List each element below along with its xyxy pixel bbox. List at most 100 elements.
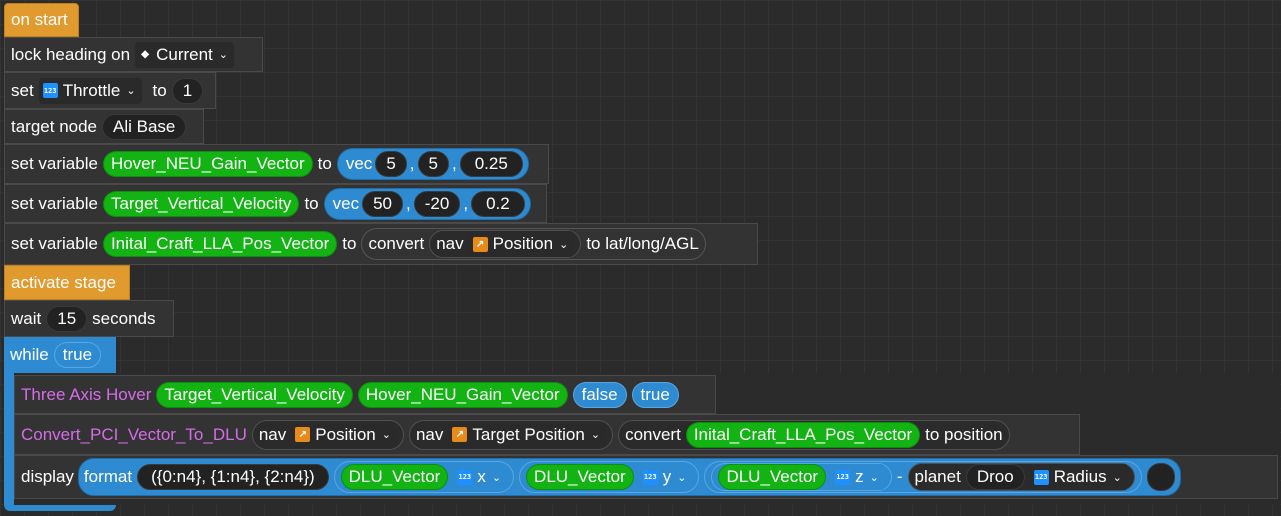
- convert-pci-block[interactable]: Convert_PCI_Vector_To_DLU nav ↗ Position…: [14, 414, 1080, 455]
- three-axis-hover-label: Three Axis Hover: [21, 384, 152, 404]
- heading-dropdown[interactable]: ◆ Current ⌄: [135, 41, 234, 68]
- vec-y[interactable]: -20: [413, 190, 461, 217]
- planet-property-dropdown[interactable]: 123 Radius ⌄: [1029, 464, 1128, 490]
- wait-label: wait: [11, 308, 42, 328]
- heading-value: Current: [156, 44, 213, 64]
- gain-arg[interactable]: Hover_NEU_Gain_Vector: [357, 381, 568, 408]
- chevron-down-icon: ⌄: [381, 429, 391, 441]
- set-gain-block[interactable]: set variable Hover_NEU_Gain_Vector to ve…: [4, 144, 549, 184]
- vec-z[interactable]: 0.2: [471, 190, 525, 217]
- set-velocity-block[interactable]: set variable Target_Vertical_Velocity to…: [4, 184, 547, 223]
- nav-dropdown[interactable]: ↗ Target Position ⌄: [448, 421, 607, 448]
- nav-dropdown[interactable]: ↗ Position ⌄: [468, 231, 575, 257]
- false-arg[interactable]: false: [572, 381, 627, 408]
- nav-value: Position: [492, 234, 554, 253]
- chevron-down-icon: ⌄: [1112, 471, 1122, 484]
- while-label: while: [10, 345, 49, 364]
- component-dropdown-x[interactable]: 123 x ⌄: [453, 464, 508, 490]
- wait-suffix: seconds: [92, 308, 156, 328]
- planet-name[interactable]: Droo: [965, 464, 1025, 490]
- to-label: to: [317, 154, 332, 173]
- throttle-dropdown[interactable]: 123 Throttle ⌄: [38, 77, 142, 104]
- component-dropdown-z[interactable]: 123 z ⌄: [831, 464, 885, 490]
- vec-block[interactable]: vec 50, -20, 0.2: [323, 187, 531, 220]
- vec-x[interactable]: 50: [362, 190, 404, 217]
- convert-block[interactable]: convert Inital_Craft_LLA_Pos_Vector to p…: [618, 419, 1010, 450]
- component-block-y[interactable]: DLU_Vector 123 y ⌄: [519, 461, 700, 493]
- to-label: to: [304, 193, 319, 213]
- chevron-down-icon: ⌄: [559, 238, 569, 251]
- nav-label: nav: [436, 234, 464, 253]
- velocity-arg[interactable]: Target_Vertical_Velocity: [156, 381, 353, 408]
- chevron-down-icon: ⌄: [677, 471, 687, 484]
- wait-value[interactable]: 15: [46, 305, 88, 332]
- lla-variable[interactable]: Inital_Craft_LLA_Pos_Vector: [685, 421, 921, 448]
- activate-stage-block[interactable]: activate stage: [4, 265, 130, 300]
- number-icon: 123: [1033, 469, 1049, 485]
- activate-stage-label: activate stage: [11, 272, 116, 292]
- velocity-variable[interactable]: Target_Vertical_Velocity: [102, 190, 300, 217]
- convert-label: convert: [368, 234, 425, 253]
- format-block[interactable]: format ({0:n4}, {1:n4}, {2:n4}) DLU_Vect…: [77, 458, 1181, 496]
- convert-block[interactable]: convert nav ↗ Position ⌄ to lat/long/AGL: [361, 228, 706, 260]
- planet-label: planet: [914, 467, 961, 486]
- on-start-label: on start: [11, 10, 68, 29]
- component-z: z: [855, 467, 864, 486]
- nav-block[interactable]: nav ↗ Position ⌄: [251, 419, 404, 450]
- chevron-down-icon: ⌄: [218, 49, 228, 61]
- nav-dropdown[interactable]: ↗ Position ⌄: [291, 421, 397, 448]
- vec-z[interactable]: 0.25: [459, 151, 523, 177]
- lock-heading-label: lock heading on: [11, 44, 131, 64]
- component-block-z[interactable]: DLU_Vector 123 z ⌄: [711, 463, 892, 491]
- display-block[interactable]: display format ({0:n4}, {1:n4}, {2:n4}) …: [14, 455, 1278, 499]
- minus-operator: -: [896, 467, 903, 486]
- subtract-block[interactable]: DLU_Vector 123 z ⌄ - planet Droo 123 Rad…: [704, 461, 1142, 493]
- three-axis-hover-block[interactable]: Three Axis Hover Target_Vertical_Velocit…: [14, 375, 716, 414]
- true-arg[interactable]: true: [631, 381, 679, 408]
- planet-property: Radius: [1053, 467, 1107, 486]
- lla-variable[interactable]: Inital_Craft_LLA_Pos_Vector: [102, 231, 338, 257]
- convert-label: convert: [625, 424, 681, 444]
- set-lla-block[interactable]: set variable Inital_Craft_LLA_Pos_Vector…: [4, 223, 758, 265]
- vec-y[interactable]: 5: [417, 151, 449, 177]
- wait-block[interactable]: wait 15 seconds: [4, 300, 174, 337]
- while-header[interactable]: while true: [4, 337, 116, 373]
- vec-block[interactable]: vec 5, 5, 0.25: [336, 148, 529, 180]
- vec-label: vec: [332, 193, 360, 213]
- nav-block[interactable]: nav ↗ Target Position ⌄: [408, 419, 614, 450]
- set-label: set: [11, 80, 34, 100]
- set-variable-label: set variable: [11, 193, 98, 213]
- while-condition[interactable]: true: [53, 342, 102, 368]
- vec-x[interactable]: 5: [375, 151, 407, 177]
- dlu-vector-var[interactable]: DLU_Vector: [526, 464, 634, 490]
- target-node-value[interactable]: Ali Base: [102, 113, 187, 140]
- nav-label: nav: [415, 424, 444, 444]
- nav-value: Position: [315, 424, 376, 444]
- component-block-x[interactable]: DLU_Vector 123 x ⌄: [333, 461, 515, 493]
- vec-label: vec: [345, 154, 373, 173]
- component-dropdown-y[interactable]: 123 y ⌄: [638, 464, 693, 490]
- set-variable-label: set variable: [11, 154, 98, 173]
- chevron-down-icon: ⌄: [491, 471, 502, 484]
- chevron-down-icon: ⌄: [869, 471, 879, 484]
- target-node-block[interactable]: target node Ali Base: [4, 109, 204, 144]
- on-start-block[interactable]: on start: [4, 3, 79, 37]
- dlu-vector-var[interactable]: DLU_Vector: [340, 464, 449, 490]
- gain-variable[interactable]: Hover_NEU_Gain_Vector: [102, 151, 313, 177]
- nav-value: Target Position: [472, 424, 585, 444]
- component-x: x: [477, 467, 486, 486]
- chevron-down-icon: ⌄: [590, 429, 601, 441]
- planet-block[interactable]: planet Droo 123 Radius ⌄: [907, 463, 1135, 491]
- throttle-var: Throttle: [62, 80, 121, 100]
- throttle-value[interactable]: 1: [171, 77, 204, 104]
- number-icon: 123: [642, 469, 658, 485]
- lock-heading-block[interactable]: lock heading on ◆ Current ⌄: [4, 37, 263, 72]
- dlu-vector-var[interactable]: DLU_Vector: [718, 464, 827, 490]
- set-throttle-block[interactable]: set 123 Throttle ⌄ to 1: [4, 72, 216, 109]
- empty-input-slot[interactable]: [1146, 463, 1175, 491]
- nav-block[interactable]: nav ↗ Position ⌄: [429, 230, 582, 258]
- number-icon: 123: [835, 469, 851, 485]
- format-string[interactable]: ({0:n4}, {1:n4}, {2:n4}): [137, 464, 329, 490]
- position-icon: ↗: [472, 236, 488, 252]
- position-icon: ↗: [295, 427, 311, 442]
